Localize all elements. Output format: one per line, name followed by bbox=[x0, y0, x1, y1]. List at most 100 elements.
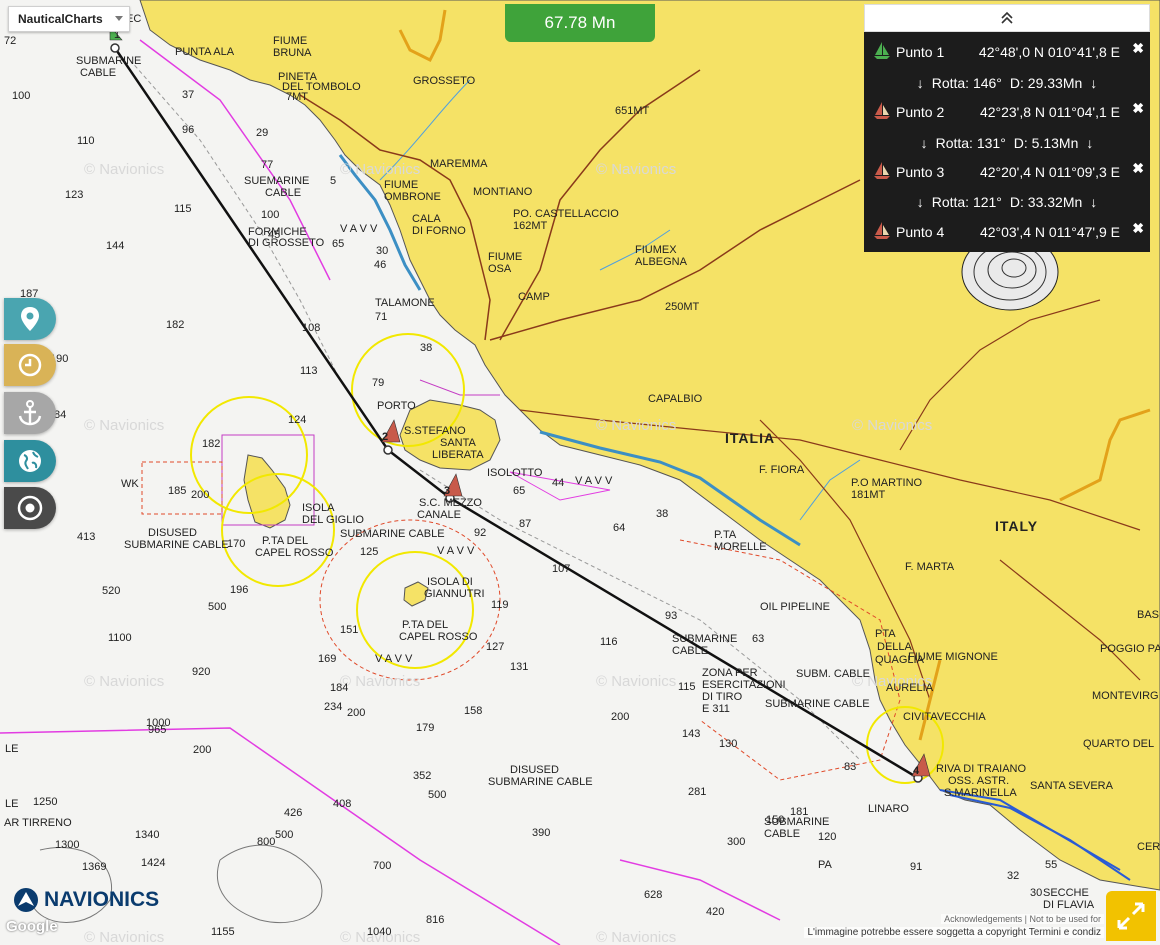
svg-text:SECCHE: SECCHE bbox=[1043, 887, 1089, 899]
acknowledgements-link[interactable]: Acknowledgements | Not to be used for bbox=[941, 914, 1104, 924]
waypoint-row-4[interactable]: Punto 4 42°03',4 N 011°47',9 E ✖ bbox=[864, 218, 1150, 246]
svg-text:© Navionics: © Navionics bbox=[340, 673, 420, 690]
svg-text:CAPEL ROSSO: CAPEL ROSSO bbox=[255, 547, 334, 559]
svg-text:DI GROSSETO: DI GROSSETO bbox=[248, 237, 325, 249]
globe-button[interactable] bbox=[4, 440, 56, 482]
depth-sounding: 181 bbox=[790, 806, 808, 818]
svg-text:ISOLA DI: ISOLA DI bbox=[427, 576, 473, 588]
depth-sounding: 390 bbox=[532, 827, 550, 839]
waypoint-coordinates: 42°23',8 N 011°04',1 E bbox=[979, 104, 1120, 120]
depth-sounding: 200 bbox=[611, 711, 629, 723]
svg-text:CABLE: CABLE bbox=[80, 67, 116, 79]
depth-sounding: 184 bbox=[330, 682, 348, 694]
remove-waypoint-button[interactable]: ✖ bbox=[1132, 220, 1144, 237]
chart-type-dropdown[interactable]: NauticalCharts bbox=[8, 6, 130, 32]
svg-text:S.STEFANO: S.STEFANO bbox=[404, 425, 466, 437]
depth-sounding: 38 bbox=[420, 342, 432, 354]
svg-text:LE: LE bbox=[5, 798, 18, 810]
svg-text:CABLE: CABLE bbox=[764, 828, 800, 840]
waypoint-row-2[interactable]: Punto 2 42°23',8 N 011°04',1 E ✖ bbox=[864, 98, 1150, 126]
depth-sounding: 115 bbox=[174, 203, 192, 215]
depth-sounding: 200 bbox=[347, 707, 365, 719]
svg-text:DI FORNO: DI FORNO bbox=[412, 225, 466, 237]
depth-sounding: 63 bbox=[752, 633, 764, 645]
svg-text:FIUMEX: FIUMEX bbox=[635, 244, 677, 256]
depth-sounding: 1250 bbox=[33, 796, 57, 808]
fullscreen-toggle-button[interactable] bbox=[1106, 891, 1156, 941]
depth-sounding: 800 bbox=[257, 836, 275, 848]
depth-sounding: 500 bbox=[275, 829, 293, 841]
svg-text:GROSSETO: GROSSETO bbox=[413, 75, 476, 87]
remove-waypoint-button[interactable]: ✖ bbox=[1132, 100, 1144, 117]
locate-button[interactable] bbox=[4, 487, 56, 529]
route-vertex-1[interactable] bbox=[110, 43, 120, 53]
svg-text:© Navionics: © Navionics bbox=[84, 161, 164, 178]
arrow-down-icon: ↓ bbox=[1090, 75, 1098, 91]
waypoint-coordinates: 42°48',0 N 010°41',8 E bbox=[978, 44, 1120, 60]
svg-text:P.O MARTINO: P.O MARTINO bbox=[851, 477, 923, 489]
svg-text:© Navionics: © Navionics bbox=[84, 673, 164, 690]
depth-sounding: 93 bbox=[665, 610, 677, 622]
svg-text:E 311: E 311 bbox=[702, 703, 730, 715]
depth-sounding: 123 bbox=[65, 189, 83, 201]
depth-sounding: 108 bbox=[302, 322, 320, 334]
svg-text:P.TA: P.TA bbox=[714, 529, 737, 541]
svg-text:FIUME: FIUME bbox=[273, 35, 307, 47]
sailboat-icon bbox=[874, 162, 890, 179]
depth-sounding: 30 bbox=[376, 245, 388, 257]
depth-sounding: 110 bbox=[77, 135, 95, 147]
leg-heading: Rotta: 131° bbox=[935, 135, 1006, 151]
waypoint-row-1[interactable]: Punto 1 42°48',0 N 010°41',8 E ✖ bbox=[864, 38, 1150, 66]
navionics-logo: NAVIONICS bbox=[12, 886, 159, 914]
waypoint-coordinates: 42°03',4 N 011°47',9 E bbox=[979, 224, 1120, 240]
depth-sounding: 107 bbox=[552, 563, 570, 575]
svg-text:DI TIRO: DI TIRO bbox=[702, 691, 743, 703]
depth-sounding: 200 bbox=[191, 489, 209, 501]
depth-sounding: 1369 bbox=[82, 861, 106, 873]
depth-sounding: 144 bbox=[106, 240, 124, 252]
svg-text:MAREMMA: MAREMMA bbox=[430, 158, 488, 170]
depth-sounding: 200 bbox=[193, 744, 211, 756]
anchor-button[interactable] bbox=[4, 392, 56, 434]
svg-text:© Navionics: © Navionics bbox=[596, 417, 676, 434]
svg-text:ITALY: ITALY bbox=[995, 518, 1038, 534]
svg-text:PA: PA bbox=[818, 859, 833, 871]
leg-row-2: ↓ Rotta: 131° D: 5.13Mn ↓ bbox=[864, 130, 1150, 156]
svg-text:OSS. ASTR.: OSS. ASTR. bbox=[948, 775, 1009, 787]
arrow-down-icon: ↓ bbox=[1090, 194, 1098, 210]
depth-sounding: 116 bbox=[600, 636, 618, 648]
svg-text:SUBMARINE CABLE: SUBMARINE CABLE bbox=[488, 776, 593, 788]
remove-waypoint-button[interactable]: ✖ bbox=[1132, 160, 1144, 177]
waypoint-row-3[interactable]: Punto 3 42°20',4 N 011°09',3 E ✖ bbox=[864, 158, 1150, 186]
chevron-down-icon bbox=[115, 16, 123, 21]
depth-sounding: 234 bbox=[324, 701, 342, 713]
depth-sounding: 55 bbox=[1045, 859, 1057, 871]
route-vertex-2[interactable] bbox=[383, 445, 393, 455]
leg-distance: D: 29.33Mn bbox=[1009, 75, 1083, 91]
svg-text:250MT: 250MT bbox=[665, 301, 700, 313]
svg-text:SANTA SEVERA: SANTA SEVERA bbox=[1030, 780, 1114, 792]
place-pin-button[interactable] bbox=[4, 298, 56, 340]
svg-text:© Navionics: © Navionics bbox=[852, 417, 932, 434]
depth-sounding: 169 bbox=[318, 653, 336, 665]
depth-sounding: 37 bbox=[182, 89, 194, 101]
remove-waypoint-button[interactable]: ✖ bbox=[1132, 40, 1144, 57]
depth-sounding: 5 bbox=[330, 175, 336, 187]
svg-text:S.C. MEZZO: S.C. MEZZO bbox=[419, 497, 482, 509]
depth-sounding: 920 bbox=[192, 666, 210, 678]
depth-sounding: 150 bbox=[766, 814, 784, 826]
route-panel-collapse-button[interactable] bbox=[864, 4, 1150, 32]
depth-sounding: 352 bbox=[413, 770, 431, 782]
depth-sounding: 196 bbox=[230, 584, 248, 596]
svg-text:ALBEGNA: ALBEGNA bbox=[635, 256, 688, 268]
svg-text:OMBRONE: OMBRONE bbox=[384, 191, 441, 203]
history-button[interactable] bbox=[4, 344, 56, 386]
sailboat-icon bbox=[874, 102, 890, 119]
depth-sounding: 92 bbox=[474, 527, 486, 539]
svg-text:AURELIA: AURELIA bbox=[886, 682, 934, 694]
svg-text:LINARO: LINARO bbox=[868, 803, 909, 815]
depth-sounding: 65 bbox=[513, 485, 525, 497]
svg-text:4: 4 bbox=[913, 765, 920, 777]
svg-text:© Navionics: © Navionics bbox=[596, 673, 676, 690]
anchor-icon bbox=[18, 400, 42, 426]
